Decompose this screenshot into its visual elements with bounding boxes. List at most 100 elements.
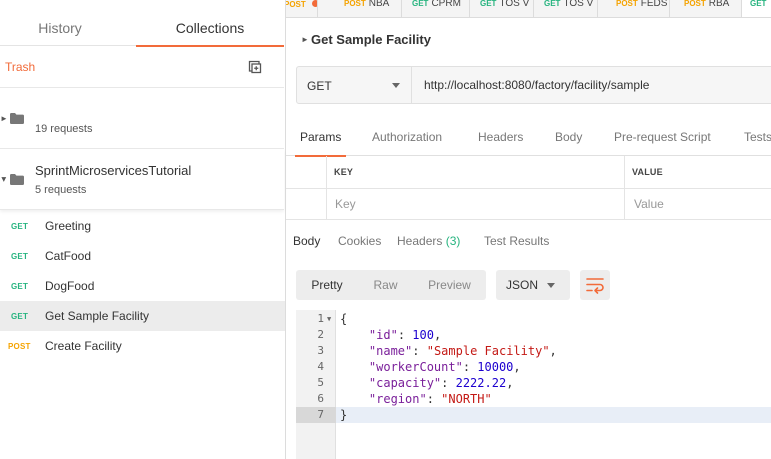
code-text: "name": "Sample Facility", — [368, 344, 557, 358]
request-method: GET — [11, 222, 29, 231]
line-number: 3 — [317, 344, 324, 357]
code-line: 3 "name": "Sample Facility", — [296, 343, 771, 359]
tab-label: CPRM — [431, 0, 461, 9]
new-collection-icon[interactable] — [247, 59, 263, 75]
request-title-row: ► Get Sample Facility — [286, 18, 771, 60]
expand-caret-icon[interactable]: ► — [301, 35, 309, 44]
request-tab[interactable]: POST RBA — [676, 0, 742, 17]
key-input[interactable]: Key — [335, 197, 356, 211]
request-item-catfood[interactable]: GET CatFood — [0, 241, 285, 271]
request-item-greeting[interactable]: GET Greeting — [0, 211, 285, 241]
format-toggle: Pretty Raw Preview — [296, 270, 486, 300]
trash-link[interactable]: Trash — [5, 60, 35, 74]
tab-label: TOS V — [563, 0, 594, 9]
tab-response-headers[interactable]: Headers (3) — [397, 234, 460, 248]
tab-method: POST — [344, 0, 366, 8]
tab-pre-request-script[interactable]: Pre-request Script — [614, 130, 711, 144]
code-line-active: 7 } — [296, 407, 771, 423]
collection-row[interactable]: ► 19 requests — [0, 88, 284, 149]
request-tab[interactable]: POST NBA — [336, 0, 402, 17]
wrap-lines-button[interactable] — [580, 270, 610, 300]
request-tab[interactable]: GET CPRM — [404, 0, 470, 17]
code-text: "capacity": 2222.22, — [368, 376, 514, 390]
code-line: 2 "id": 100, — [296, 327, 771, 343]
unsaved-dot-icon — [311, 0, 317, 7]
tab-body[interactable]: Body — [555, 130, 582, 144]
response-body-editor[interactable]: 1 ▼ { 2 "id": 100, 3 "name": "Sample Fac… — [296, 310, 771, 459]
request-title[interactable]: Get Sample Facility — [311, 32, 431, 47]
code-text: "id": 100, — [368, 328, 442, 342]
code-text: { — [340, 312, 348, 326]
sidebar: History Collections Trash ► 19 requests … — [0, 0, 286, 459]
line-number: 6 — [317, 392, 324, 405]
tab-method: POST — [616, 0, 638, 8]
tab-authorization[interactable]: Authorization — [372, 130, 442, 144]
tab-method: GET — [480, 0, 497, 8]
collection-count: 19 requests — [35, 123, 93, 135]
tab-response-headers-label: Headers — [397, 234, 443, 248]
tab-tests[interactable]: Tests — [744, 130, 771, 144]
method-value: GET — [307, 79, 332, 93]
collapse-caret-icon[interactable]: ► — [0, 114, 8, 123]
language-select[interactable]: JSON — [496, 270, 570, 300]
table-divider — [326, 156, 327, 220]
tab-params[interactable]: Params — [294, 130, 347, 157]
code-text: "workerCount": 10000, — [368, 360, 521, 374]
request-tab[interactable]: POST FEDS — [608, 0, 670, 17]
value-input[interactable]: Value — [634, 197, 664, 211]
json-key: "workerCount" — [368, 360, 463, 374]
request-item-create-facility[interactable]: POST Create Facility — [0, 331, 285, 361]
request-name: Get Sample Facility — [45, 309, 150, 323]
trash-row: Trash — [0, 46, 284, 88]
response-tabs: Body Cookies Headers (3) Test Results — [286, 222, 771, 260]
request-subtabs: Params Authorization Headers Body Pre-re… — [286, 118, 771, 157]
tab-method: POST — [286, 0, 306, 9]
code-line: 6 "region": "NORTH" — [296, 391, 771, 407]
line-number: 5 — [317, 376, 324, 389]
tab-history[interactable]: History — [0, 8, 120, 46]
tab-method: GET — [750, 0, 767, 8]
expand-caret-icon[interactable]: ► — [0, 176, 8, 184]
json-key: "region" — [368, 392, 427, 406]
tab-method: GET — [544, 0, 561, 8]
json-key: "name" — [368, 344, 413, 358]
json-value: "Sample Facility" — [426, 344, 550, 358]
json-comma: , — [433, 328, 442, 342]
request-tab[interactable]: POST — [286, 0, 318, 17]
pretty-button[interactable]: Pretty — [296, 270, 358, 300]
params-table: KEY VALUE Key Value — [286, 156, 771, 220]
request-item-dogfood[interactable]: GET DogFood — [0, 271, 285, 301]
tab-headers[interactable]: Headers — [478, 130, 523, 144]
wrap-lines-icon — [580, 278, 610, 303]
collection-name: SprintMicroservicesTutorial — [35, 163, 192, 178]
table-divider — [286, 219, 771, 220]
tab-label: TOS V — [499, 0, 530, 9]
tab-test-results[interactable]: Test Results — [484, 234, 549, 248]
request-tab[interactable]: GET TOS V — [536, 0, 598, 17]
tab-cookies[interactable]: Cookies — [338, 234, 381, 248]
tab-collections[interactable]: Collections — [136, 8, 284, 47]
request-item-get-sample-facility[interactable]: GET Get Sample Facility — [0, 301, 285, 331]
request-method: POST — [8, 342, 31, 351]
collection-row[interactable]: ► SprintMicroservicesTutorial 5 requests — [0, 149, 284, 210]
raw-button[interactable]: Raw — [358, 270, 413, 300]
json-comma: , — [549, 344, 557, 358]
line-number: 1 — [317, 312, 324, 325]
fold-caret-icon[interactable]: ▼ — [327, 311, 331, 327]
key-column-header: KEY — [334, 167, 354, 177]
method-select[interactable]: GET — [296, 66, 412, 104]
chevron-down-icon — [392, 83, 400, 88]
json-comma: , — [506, 376, 514, 390]
url-input[interactable] — [411, 66, 771, 104]
request-tab-active[interactable]: GET — [742, 0, 771, 17]
json-value: 10000 — [477, 360, 514, 374]
request-tab[interactable]: GET TOS V — [472, 0, 534, 17]
request-name: DogFood — [45, 279, 95, 293]
code-line: 4 "workerCount": 10000, — [296, 359, 771, 375]
sidebar-tabs: History Collections — [0, 8, 284, 47]
folder-icon — [10, 174, 24, 185]
preview-button[interactable]: Preview — [413, 270, 486, 300]
tab-response-body[interactable]: Body — [293, 234, 320, 248]
tab-method: GET — [412, 0, 429, 8]
request-name: Greeting — [45, 219, 92, 233]
